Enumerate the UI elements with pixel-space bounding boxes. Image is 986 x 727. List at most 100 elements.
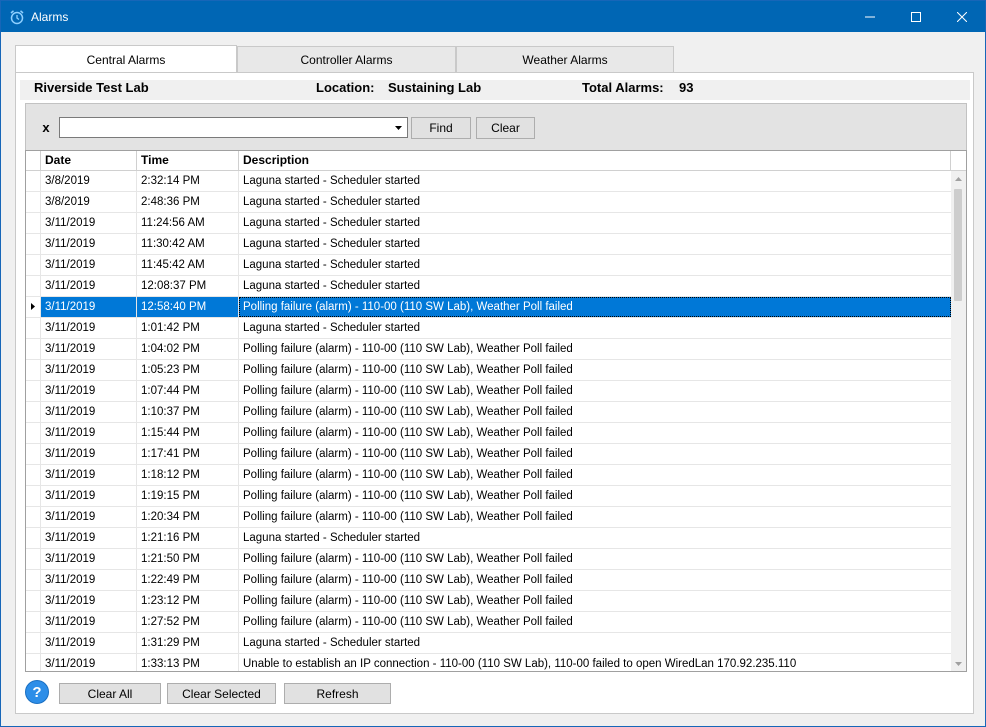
table-row[interactable]: 3/11/2019 1:22:49 PM Polling failure (alar… bbox=[26, 570, 951, 591]
row-selector[interactable] bbox=[26, 549, 41, 569]
search-combobox[interactable] bbox=[59, 117, 408, 138]
row-selector[interactable] bbox=[26, 591, 41, 611]
cell-date[interactable]: 3/11/2019 bbox=[41, 612, 137, 632]
cell-time[interactable]: 2:48:36 PM bbox=[137, 192, 239, 212]
cell-date[interactable]: 3/11/2019 bbox=[41, 402, 137, 422]
column-header-description[interactable]: Description bbox=[239, 151, 951, 171]
row-selector[interactable] bbox=[26, 297, 41, 317]
column-header-time[interactable]: Time bbox=[137, 151, 239, 171]
row-selector[interactable] bbox=[26, 444, 41, 464]
table-row[interactable]: 3/11/2019 1:21:50 PM Polling failure (alar… bbox=[26, 549, 951, 570]
table-row[interactable]: 3/11/2019 12:08:37 PM Laguna started - Sch… bbox=[26, 276, 951, 297]
cell-description[interactable]: Laguna started - Scheduler started bbox=[239, 318, 951, 338]
cell-date[interactable]: 3/11/2019 bbox=[41, 381, 137, 401]
help-icon[interactable]: ? bbox=[25, 680, 49, 704]
row-selector[interactable] bbox=[26, 423, 41, 443]
table-row[interactable]: 3/11/2019 11:24:56 AM Laguna started - Sch… bbox=[26, 213, 951, 234]
cell-date[interactable]: 3/11/2019 bbox=[41, 255, 137, 275]
cell-description[interactable]: Polling failure (alarm) - 110-00 (110 SW… bbox=[239, 507, 951, 527]
row-selector[interactable] bbox=[26, 465, 41, 485]
cell-description[interactable]: Polling failure (alarm) - 110-00 (110 SW… bbox=[239, 381, 951, 401]
tab-weather-alarms[interactable]: Weather Alarms bbox=[456, 46, 674, 73]
scroll-up-icon[interactable] bbox=[951, 171, 966, 186]
cell-time[interactable]: 1:22:49 PM bbox=[137, 570, 239, 590]
table-row[interactable]: 3/11/2019 11:30:42 AM Laguna started - Sch… bbox=[26, 234, 951, 255]
cell-date[interactable]: 3/11/2019 bbox=[41, 570, 137, 590]
row-selector[interactable] bbox=[26, 381, 41, 401]
cell-date[interactable]: 3/11/2019 bbox=[41, 213, 137, 233]
table-row[interactable]: 3/11/2019 1:19:15 PM Polling failure (alar… bbox=[26, 486, 951, 507]
table-row[interactable]: 3/11/2019 12:58:40 PM Polling failure (ala… bbox=[26, 297, 951, 318]
row-selector[interactable] bbox=[26, 213, 41, 233]
cell-date[interactable]: 3/11/2019 bbox=[41, 339, 137, 359]
table-row[interactable]: 3/11/2019 1:07:44 PM Polling failure (alar… bbox=[26, 381, 951, 402]
cell-date[interactable]: 3/11/2019 bbox=[41, 318, 137, 338]
cell-time[interactable]: 12:08:37 PM bbox=[137, 276, 239, 296]
alarms-grid[interactable]: Date Time Description 3/8/2019 2:32:14 PM… bbox=[25, 150, 967, 672]
cell-date[interactable]: 3/11/2019 bbox=[41, 423, 137, 443]
table-row[interactable]: 3/11/2019 1:04:02 PM Polling failure (alar… bbox=[26, 339, 951, 360]
clear-search-icon[interactable]: x bbox=[40, 120, 52, 135]
title-bar[interactable]: Alarms bbox=[1, 1, 985, 32]
cell-description[interactable]: Laguna started - Scheduler started bbox=[239, 633, 951, 653]
cell-time[interactable]: 1:17:41 PM bbox=[137, 444, 239, 464]
chevron-down-icon[interactable] bbox=[389, 118, 407, 137]
minimize-button[interactable] bbox=[847, 1, 893, 32]
cell-description[interactable]: Polling failure (alarm) - 110-00 (110 SW… bbox=[239, 549, 951, 569]
cell-description[interactable]: Polling failure (alarm) - 110-00 (110 SW… bbox=[239, 423, 951, 443]
table-row[interactable]: 3/11/2019 1:33:13 PM Unable to establish a… bbox=[26, 654, 951, 671]
row-selector[interactable] bbox=[26, 402, 41, 422]
cell-description[interactable]: Laguna started - Scheduler started bbox=[239, 234, 951, 254]
cell-date[interactable]: 3/11/2019 bbox=[41, 654, 137, 671]
cell-date[interactable]: 3/11/2019 bbox=[41, 465, 137, 485]
row-selector[interactable] bbox=[26, 276, 41, 296]
cell-date[interactable]: 3/11/2019 bbox=[41, 507, 137, 527]
search-input[interactable] bbox=[62, 119, 387, 136]
scrollbar-thumb[interactable] bbox=[954, 189, 962, 301]
cell-date[interactable]: 3/11/2019 bbox=[41, 549, 137, 569]
clear-all-button[interactable]: Clear All bbox=[59, 683, 161, 704]
cell-description[interactable]: Laguna started - Scheduler started bbox=[239, 528, 951, 548]
table-row[interactable]: 3/11/2019 1:18:12 PM Polling failure (alar… bbox=[26, 465, 951, 486]
clear-button[interactable]: Clear bbox=[476, 117, 535, 139]
cell-time[interactable]: 1:27:52 PM bbox=[137, 612, 239, 632]
cell-time[interactable]: 1:15:44 PM bbox=[137, 423, 239, 443]
cell-date[interactable]: 3/11/2019 bbox=[41, 234, 137, 254]
cell-description[interactable]: Polling failure (alarm) - 110-00 (110 SW… bbox=[239, 570, 951, 590]
row-selector[interactable] bbox=[26, 633, 41, 653]
cell-time[interactable]: 1:05:23 PM bbox=[137, 360, 239, 380]
cell-time[interactable]: 1:04:02 PM bbox=[137, 339, 239, 359]
cell-time[interactable]: 1:20:34 PM bbox=[137, 507, 239, 527]
cell-date[interactable]: 3/11/2019 bbox=[41, 276, 137, 296]
table-row[interactable]: 3/11/2019 1:05:23 PM Polling failure (alar… bbox=[26, 360, 951, 381]
cell-description[interactable]: Polling failure (alarm) - 110-00 (110 SW… bbox=[239, 486, 951, 506]
table-row[interactable]: 3/11/2019 1:17:41 PM Polling failure (alar… bbox=[26, 444, 951, 465]
cell-time[interactable]: 1:33:13 PM bbox=[137, 654, 239, 671]
row-selector[interactable] bbox=[26, 255, 41, 275]
row-selector[interactable] bbox=[26, 318, 41, 338]
cell-time[interactable]: 1:21:16 PM bbox=[137, 528, 239, 548]
cell-time[interactable]: 1:31:29 PM bbox=[137, 633, 239, 653]
close-button[interactable] bbox=[939, 1, 985, 32]
cell-time[interactable]: 1:18:12 PM bbox=[137, 465, 239, 485]
row-selector[interactable] bbox=[26, 570, 41, 590]
clear-selected-button[interactable]: Clear Selected bbox=[167, 683, 276, 704]
table-row[interactable]: 3/8/2019 2:48:36 PM Laguna started - Sched… bbox=[26, 192, 951, 213]
cell-date[interactable]: 3/11/2019 bbox=[41, 444, 137, 464]
cell-description[interactable]: Polling failure (alarm) - 110-00 (110 SW… bbox=[239, 402, 951, 422]
cell-time[interactable]: 1:23:12 PM bbox=[137, 591, 239, 611]
row-selector[interactable] bbox=[26, 507, 41, 527]
cell-time[interactable]: 11:45:42 AM bbox=[137, 255, 239, 275]
cell-description[interactable]: Polling failure (alarm) - 110-00 (110 SW… bbox=[239, 465, 951, 485]
column-header-date[interactable]: Date bbox=[41, 151, 137, 171]
find-button[interactable]: Find bbox=[411, 117, 471, 139]
cell-date[interactable]: 3/11/2019 bbox=[41, 297, 137, 317]
table-row[interactable]: 3/11/2019 1:27:52 PM Polling failure (alar… bbox=[26, 612, 951, 633]
table-row[interactable]: 3/11/2019 1:01:42 PM Laguna started - Sche… bbox=[26, 318, 951, 339]
row-selector[interactable] bbox=[26, 192, 41, 212]
row-selector[interactable] bbox=[26, 612, 41, 632]
cell-description[interactable]: Laguna started - Scheduler started bbox=[239, 276, 951, 296]
row-selector[interactable] bbox=[26, 360, 41, 380]
table-row[interactable]: 3/8/2019 2:32:14 PM Laguna started - Sched… bbox=[26, 171, 951, 192]
cell-date[interactable]: 3/11/2019 bbox=[41, 360, 137, 380]
